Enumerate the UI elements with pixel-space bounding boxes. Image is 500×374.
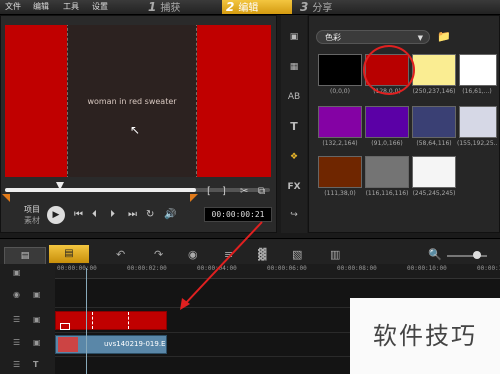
ruler-tick: 00:00:12:00 bbox=[477, 265, 500, 272]
watermark-text: 软件技巧 bbox=[350, 298, 500, 374]
color-swatch[interactable] bbox=[459, 54, 497, 86]
video-track-icon[interactable]: ▣ bbox=[33, 290, 41, 299]
clip-mode-label[interactable]: 素材 bbox=[24, 215, 40, 226]
lock-icon[interactable]: ☰ bbox=[13, 360, 20, 369]
instant-project-icon[interactable]: ▦ bbox=[285, 60, 303, 74]
clip-type-icon bbox=[60, 323, 70, 330]
color-swatch[interactable] bbox=[365, 106, 409, 138]
menu-file[interactable]: 文件 bbox=[5, 1, 21, 12]
track-headers bbox=[0, 264, 56, 374]
eye-icon[interactable]: ◉ bbox=[13, 290, 20, 299]
category-dropdown[interactable]: 色彩 ▼ bbox=[316, 30, 430, 44]
play-button[interactable]: ▶ bbox=[47, 206, 65, 224]
lock-icon[interactable]: ☰ bbox=[13, 315, 20, 324]
chevron-down-icon: ▼ bbox=[417, 34, 423, 42]
color-swatch-label: (16,61,...) bbox=[462, 88, 492, 95]
video-clip[interactable]: uvs140219-019.E bbox=[55, 335, 167, 354]
audio-icon[interactable]: ▓ bbox=[258, 248, 266, 261]
menu-tools[interactable]: 工具 bbox=[63, 1, 79, 12]
timecode-display[interactable]: 00:00:00:21 bbox=[204, 207, 272, 222]
step-capture[interactable]: 1 捕获 bbox=[148, 0, 218, 14]
timeline-ruler[interactable]: 00:00:00:00 00:00:02:00 00:00:04:00 00:0… bbox=[55, 264, 500, 279]
overlay-track-2-icon[interactable]: ▣ bbox=[33, 338, 41, 347]
mark-out-button[interactable]: ] bbox=[222, 186, 226, 197]
project-mode-label[interactable]: 项目 bbox=[24, 204, 40, 215]
timeline-view-button[interactable]: ▤ bbox=[49, 245, 89, 263]
redo-icon[interactable]: ↷ bbox=[154, 248, 163, 261]
transition-icon[interactable]: AB bbox=[285, 90, 303, 104]
color-swatch-label: (116,116,116) bbox=[365, 190, 409, 197]
ruler-tick: 00:00:00:00 bbox=[57, 265, 97, 272]
color-swatch-label: (155,192,25...) bbox=[457, 140, 497, 147]
ruler-tick: 00:00:06:00 bbox=[267, 265, 307, 272]
record-capture-icon[interactable]: ◉ bbox=[188, 248, 198, 261]
step-share[interactable]: 3 分享 bbox=[300, 0, 370, 14]
color-swatch[interactable] bbox=[365, 156, 409, 188]
subtitle-icon[interactable]: ▧ bbox=[292, 248, 302, 261]
color-clip-red[interactable] bbox=[55, 311, 167, 330]
color-swatch-label: (245,245,245) bbox=[412, 190, 456, 197]
menu-edit[interactable]: 编辑 bbox=[33, 1, 49, 12]
mark-in-button[interactable]: [ bbox=[207, 186, 211, 197]
scrubber-bar[interactable] bbox=[5, 188, 270, 192]
color-swatch[interactable] bbox=[459, 106, 497, 138]
ruler-tick: 00:00:04:00 bbox=[197, 265, 237, 272]
step-edit[interactable]: 2 编辑 bbox=[222, 0, 292, 14]
highlight-circle bbox=[363, 45, 415, 95]
color-swatch[interactable] bbox=[318, 54, 362, 86]
playhead[interactable] bbox=[86, 268, 87, 374]
zoom-slider-handle[interactable] bbox=[473, 251, 481, 259]
preview-window: woman in red sweater ↖ bbox=[5, 25, 271, 177]
go-to-end-icon[interactable]: ⏭ bbox=[128, 209, 137, 220]
overlay-track-icon[interactable]: ▣ bbox=[33, 315, 41, 324]
undo-icon[interactable]: ↶ bbox=[116, 248, 125, 261]
clip-marker bbox=[92, 312, 94, 329]
menu-settings[interactable]: 设置 bbox=[92, 1, 108, 12]
enlarge-icon[interactable]: ⧉ bbox=[258, 186, 265, 197]
previous-frame-icon[interactable]: ⏴ bbox=[92, 209, 97, 220]
scrubber-fill bbox=[5, 188, 196, 192]
track-manager-icon[interactable]: ▥ bbox=[330, 248, 340, 261]
ruler-tick: 00:00:10:00 bbox=[407, 265, 447, 272]
zoom-icon[interactable]: 🔍 bbox=[428, 248, 442, 261]
ruler-tick: 00:00:02:00 bbox=[127, 265, 167, 272]
scissors-icon[interactable]: ✂ bbox=[240, 186, 248, 197]
color-swatch[interactable] bbox=[412, 54, 456, 86]
media-icon[interactable]: ▣ bbox=[285, 30, 303, 44]
preview-photo-placeholder: woman in red sweater bbox=[67, 25, 197, 177]
next-frame-icon[interactable]: ⏵ bbox=[110, 209, 115, 220]
storyboard-view-button[interactable]: ▤ bbox=[4, 247, 46, 265]
video-clip-name: uvs140219-019.E bbox=[104, 340, 166, 348]
clip-marker bbox=[128, 312, 130, 329]
ruler-tick: 00:00:08:00 bbox=[337, 265, 377, 272]
fx-filter-icon[interactable]: FX bbox=[285, 180, 303, 194]
color-swatch[interactable] bbox=[318, 106, 362, 138]
folder-icon[interactable]: 📁 bbox=[437, 30, 451, 43]
repeat-icon[interactable]: ↻ bbox=[146, 209, 154, 220]
all-tracks-icon[interactable]: ▣ bbox=[13, 268, 21, 277]
path-icon[interactable]: ↪ bbox=[285, 208, 303, 222]
color-swatch-label: (91,0,166) bbox=[371, 140, 403, 147]
color-swatch-label: (111,38,0) bbox=[324, 190, 356, 197]
color-swatch-label: (0,0,0) bbox=[330, 88, 350, 95]
mouse-cursor-icon: ↖ bbox=[130, 123, 141, 137]
title-icon[interactable]: T bbox=[285, 120, 303, 134]
color-swatch[interactable] bbox=[412, 156, 456, 188]
volume-icon[interactable]: 🔊 bbox=[164, 209, 176, 220]
mixer-icon[interactable]: ≡ bbox=[224, 248, 233, 261]
lock-icon[interactable]: ☰ bbox=[13, 338, 20, 347]
title-track-icon[interactable]: T bbox=[33, 360, 38, 369]
graphics-icon[interactable]: ❖ bbox=[285, 150, 303, 164]
color-swatch-label: (250,237,146) bbox=[412, 88, 456, 95]
color-swatch[interactable] bbox=[318, 156, 362, 188]
color-swatch[interactable] bbox=[412, 106, 456, 138]
zoom-slider[interactable] bbox=[447, 255, 487, 257]
color-swatch-label: (132,2,164) bbox=[322, 140, 358, 147]
color-swatch-label: (58,64,116) bbox=[416, 140, 452, 147]
video-clip-thumbnail bbox=[58, 337, 78, 352]
go-to-start-icon[interactable]: ⏮ bbox=[74, 209, 83, 220]
